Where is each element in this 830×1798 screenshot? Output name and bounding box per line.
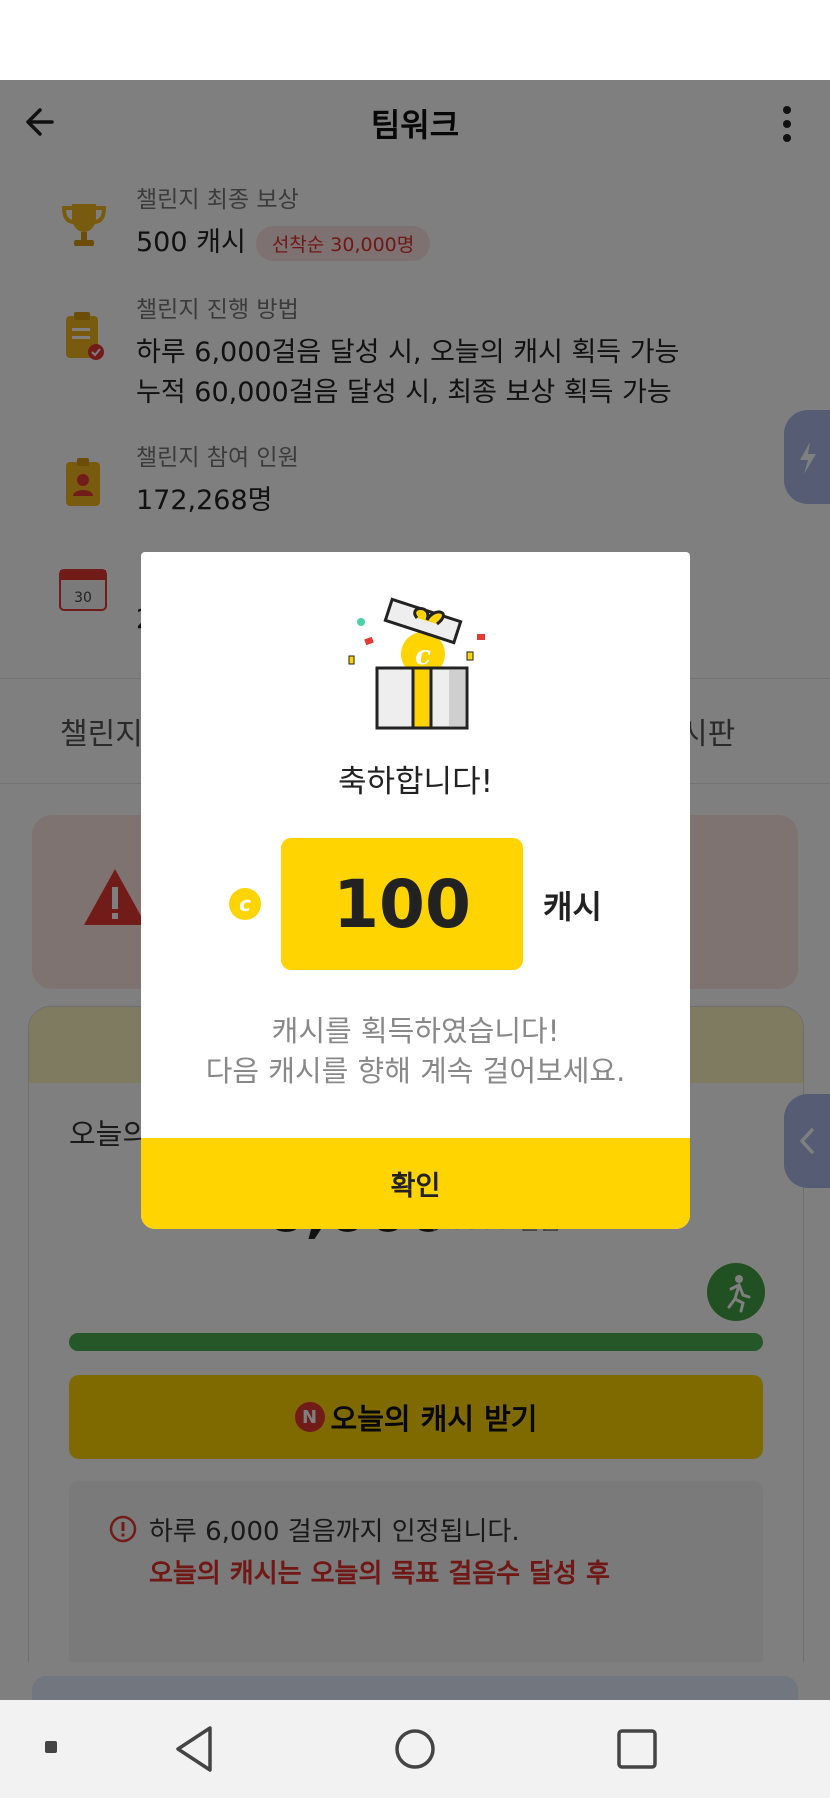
nav-overview-icon[interactable]	[612, 1722, 662, 1776]
gift-box-icon: c	[348, 597, 485, 730]
status-bar	[0, 0, 830, 80]
reward-dialog: c 축하합니다! c 100 캐시 캐시를 획득하였습니다! 다음 캐시를 향해…	[141, 552, 690, 1229]
cash-coin-icon: c	[229, 888, 261, 920]
nav-home-icon[interactable]	[390, 1722, 440, 1776]
system-nav-bar	[0, 1700, 830, 1798]
reward-amount: 100	[281, 838, 523, 970]
congrats-title: 축하합니다!	[337, 764, 494, 800]
reward-message-line-1: 캐시를 획득하였습니다!	[271, 1014, 560, 1048]
confirm-button[interactable]: 확인	[141, 1138, 690, 1229]
recents-dot-icon[interactable]	[40, 1736, 64, 1760]
nav-back-icon[interactable]	[172, 1722, 216, 1776]
reward-unit: 캐시	[543, 888, 602, 926]
reward-message-line-2: 다음 캐시를 향해 계속 걸어보세요.	[205, 1054, 626, 1088]
